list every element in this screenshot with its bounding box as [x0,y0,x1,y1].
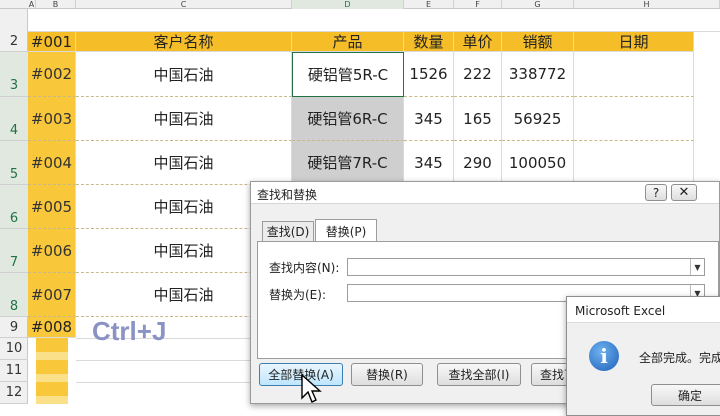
row-header-11[interactable]: 11 [0,360,28,382]
cell-id[interactable]: #008 [28,317,76,338]
message-title: Microsoft Excel [575,304,666,318]
find-label: 查找内容(N): [269,261,340,275]
column-header-f[interactable]: F [454,0,502,9]
row-header-5[interactable]: 5 [0,141,28,185]
cell-date[interactable] [574,52,694,97]
cell-id[interactable]: #006 [28,229,76,273]
cell-header-id[interactable]: #001 [28,32,76,52]
column-header-g[interactable]: G [502,0,574,9]
column-header-a[interactable]: A [28,0,36,9]
column-header-b[interactable]: B [36,0,76,9]
row-header-6[interactable]: 6 [0,185,28,229]
cell-product-active[interactable]: 硬铝管5R-C [292,52,404,97]
cell-product[interactable]: 硬铝管7R-C [292,141,404,185]
row-header-10[interactable]: 10 [0,338,28,360]
replace-button[interactable]: 替换(R) [351,363,423,386]
column-header-c[interactable]: C [76,0,292,9]
cell-id[interactable]: #003 [28,97,76,141]
cell-id[interactable]: #002 [28,52,76,97]
row-1-cells [28,9,720,32]
cell-header-price[interactable]: 单价 [454,32,502,52]
info-icon: i [589,341,619,371]
cell-sales[interactable]: 338772 [502,52,574,97]
row-header-2[interactable]: 2 [0,32,28,52]
cell-header-sales[interactable]: 销额 [502,32,574,52]
tab-replace-label: 替换(P) [325,224,367,239]
cell-date[interactable] [574,141,694,185]
find-input[interactable]: ▼ [347,258,705,276]
cell-header-date[interactable]: 日期 [574,32,694,52]
tab-find[interactable]: 查找(D) [262,221,314,241]
close-button[interactable]: ✕ [671,184,697,201]
tab-replace[interactable]: 替换(P) [315,219,377,242]
help-button[interactable]: ? [645,184,667,201]
cell-qty[interactable]: 345 [404,141,454,185]
chevron-down-icon[interactable]: ▼ [690,259,704,275]
row-header-7[interactable]: 7 [0,229,28,273]
blurred-id-column [36,338,68,404]
tab-find-label: 查找(D) [266,225,310,239]
cell-price[interactable]: 290 [454,141,502,185]
mouse-cursor-icon [301,374,322,403]
shortcut-overlay: Ctrl+J [92,316,167,346]
row-header-12[interactable]: 12 [0,382,28,404]
cell-price[interactable]: 165 [454,97,502,141]
cell-customer[interactable]: 中国石油 [76,97,292,141]
close-icon: ✕ [678,185,690,200]
row-header-9[interactable]: 9 [0,317,28,338]
row-header-8[interactable]: 8 [0,273,28,317]
cell-sales[interactable]: 100050 [502,141,574,185]
dialog-title: 查找和替换 [257,188,318,202]
cell-product[interactable]: 硬铝管6R-C [292,97,404,141]
row-header-4[interactable]: 4 [0,97,28,141]
cell-header-customer[interactable]: 客户名称 [76,32,292,52]
column-header-d[interactable]: D [292,0,404,9]
cell-header-qty[interactable]: 数量 [404,32,454,52]
cell-qty[interactable]: 345 [404,97,454,141]
ok-button[interactable]: 确定 [651,384,720,406]
cell-id[interactable]: #007 [28,273,76,317]
column-header-e[interactable]: E [404,0,454,9]
replace-label: 替换为(E): [269,288,326,302]
message-text: 全部完成。完成 [639,351,720,365]
column-header-h[interactable]: H [574,0,720,9]
find-all-button[interactable]: 查找全部(I) [437,363,521,386]
row-header-3[interactable]: 3 [0,52,28,97]
cell-date[interactable] [574,97,694,141]
message-box: Microsoft Excel i 全部完成。完成 确定 [566,296,720,416]
cell-qty[interactable]: 1526 [404,52,454,97]
cell-customer[interactable]: 中国石油 [76,141,292,185]
cell-id[interactable]: #005 [28,185,76,229]
cell-header-product[interactable]: 产品 [292,32,404,52]
cell-customer[interactable]: 中国石油 [76,52,292,97]
cell-price[interactable]: 222 [454,52,502,97]
cell-sales[interactable]: 56925 [502,97,574,141]
cell-id[interactable]: #004 [28,141,76,185]
